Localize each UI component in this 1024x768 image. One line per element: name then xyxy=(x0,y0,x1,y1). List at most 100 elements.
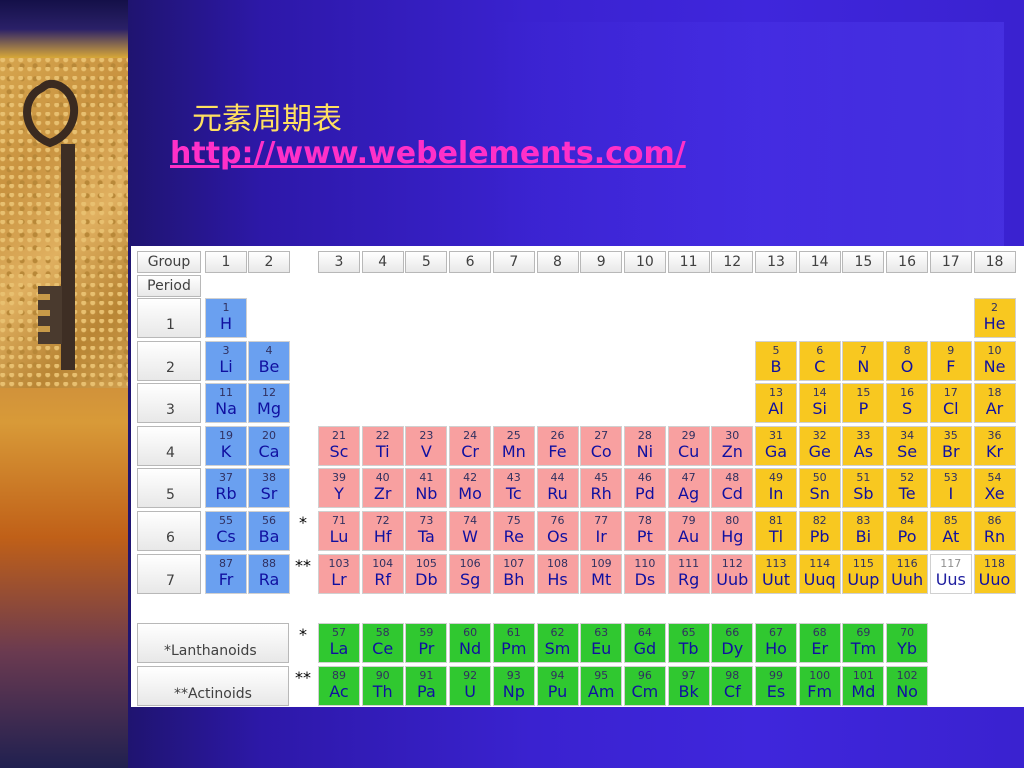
element-Ru[interactable]: 44 Ru xyxy=(536,468,579,509)
element-Mn[interactable]: 25 Mn xyxy=(492,425,535,466)
element-Ar[interactable]: 18 Ar xyxy=(973,383,1016,424)
element-C[interactable]: 6C xyxy=(798,340,841,381)
element-Ag[interactable]: 47 Ag xyxy=(667,468,710,509)
element-Eu[interactable]: 63 Eu xyxy=(580,623,623,663)
element-Bk[interactable]: 97 Bk xyxy=(667,666,710,706)
element-Fe[interactable]: 26 Fe xyxy=(536,425,579,466)
element-Re[interactable]: 75 Re xyxy=(492,511,535,551)
element-Pr[interactable]: 59 Pr xyxy=(405,623,448,663)
element-Sc[interactable]: 21 Sc xyxy=(318,425,360,466)
element-Tl[interactable]: 81 Tl xyxy=(755,511,797,551)
element-Lr[interactable]: 103 Lr xyxy=(318,553,360,594)
element-Ga[interactable]: 31 Ga xyxy=(755,425,797,466)
element-Na[interactable]: 11 Na xyxy=(205,383,247,424)
element-B[interactable]: 5B xyxy=(755,340,797,381)
element-Db[interactable]: 105 Db xyxy=(405,553,448,594)
element-F[interactable]: 9F xyxy=(929,340,972,381)
element-Rb[interactable]: 37 Rb xyxy=(205,468,247,509)
element-Sg[interactable]: 106 Sg xyxy=(449,553,492,594)
element-Md[interactable]: 101 Md xyxy=(842,666,885,706)
element-Gd[interactable]: 64 Gd xyxy=(623,623,666,663)
element-Au[interactable]: 79 Au xyxy=(667,511,710,551)
element-Tc[interactable]: 43 Tc xyxy=(492,468,535,509)
element-Sr[interactable]: 38 Sr xyxy=(248,468,290,509)
element-Pa[interactable]: 91 Pa xyxy=(405,666,448,706)
element-He[interactable]: 2 He xyxy=(973,298,1016,338)
element-Uut[interactable]: 113 Uut xyxy=(755,553,797,594)
element-Nd[interactable]: 60 Nd xyxy=(449,623,492,663)
element-Cu[interactable]: 29 Cu xyxy=(667,425,710,466)
element-In[interactable]: 49 In xyxy=(755,468,797,509)
element-Bh[interactable]: 107 Bh xyxy=(492,553,535,594)
element-O[interactable]: 8O xyxy=(886,340,929,381)
element-Th[interactable]: 90 Th xyxy=(361,666,404,706)
element-Lu[interactable]: 71 Lu xyxy=(318,511,360,551)
element-Po[interactable]: 84 Po xyxy=(886,511,929,551)
element-Rg[interactable]: 111 Rg xyxy=(667,553,710,594)
element-Kr[interactable]: 36 Kr xyxy=(973,425,1016,466)
element-Zn[interactable]: 30 Zn xyxy=(711,425,754,466)
element-Cm[interactable]: 96 Cm xyxy=(623,666,666,706)
element-Rh[interactable]: 45 Rh xyxy=(580,468,623,509)
element-Fr[interactable]: 87 Fr xyxy=(205,553,247,594)
element-Hs[interactable]: 108 Hs xyxy=(536,553,579,594)
element-Ge[interactable]: 32 Ge xyxy=(798,425,841,466)
element-Ta[interactable]: 73 Ta xyxy=(405,511,448,551)
element-Ne[interactable]: 10 Ne xyxy=(973,340,1016,381)
element-W[interactable]: 74 W xyxy=(449,511,492,551)
element-V[interactable]: 23 V xyxy=(405,425,448,466)
element-Hg[interactable]: 80 Hg xyxy=(711,511,754,551)
element-Sm[interactable]: 62 Sm xyxy=(536,623,579,663)
element-Ni[interactable]: 28 Ni xyxy=(623,425,666,466)
element-Uub[interactable]: 112 Uub xyxy=(711,553,754,594)
element-Uup[interactable]: 115 Uup xyxy=(842,553,885,594)
element-I[interactable]: 53 I xyxy=(929,468,972,509)
element-Pd[interactable]: 46 Pd xyxy=(623,468,666,509)
element-N[interactable]: 7N xyxy=(842,340,885,381)
element-Hf[interactable]: 72 Hf xyxy=(361,511,404,551)
element-Te[interactable]: 52 Te xyxy=(886,468,929,509)
element-As[interactable]: 33 As xyxy=(842,425,885,466)
element-Ir[interactable]: 77 Ir xyxy=(580,511,623,551)
element-Li[interactable]: 3 Li xyxy=(205,340,247,381)
element-U[interactable]: 92 U xyxy=(449,666,492,706)
element-Mg[interactable]: 12 Mg xyxy=(248,383,290,424)
element-Pt[interactable]: 78 Pt xyxy=(623,511,666,551)
element-Rf[interactable]: 104 Rf xyxy=(361,553,404,594)
element-Mo[interactable]: 42 Mo xyxy=(449,468,492,509)
element-Pb[interactable]: 82 Pb xyxy=(798,511,841,551)
element-Nb[interactable]: 41 Nb xyxy=(405,468,448,509)
element-Er[interactable]: 68 Er xyxy=(798,623,841,663)
element-Ce[interactable]: 58 Ce xyxy=(361,623,404,663)
element-Cd[interactable]: 48 Cd xyxy=(711,468,754,509)
webelements-link[interactable]: http://www.webelements.com/ xyxy=(170,136,686,171)
element-Ca[interactable]: 20 Ca xyxy=(248,425,290,466)
element-Bi[interactable]: 83 Bi xyxy=(842,511,885,551)
element-Xe[interactable]: 54 Xe xyxy=(973,468,1016,509)
element-Tb[interactable]: 65 Tb xyxy=(667,623,710,663)
element-Cr[interactable]: 24 Cr xyxy=(449,425,492,466)
element-Pu[interactable]: 94 Pu xyxy=(536,666,579,706)
element-S[interactable]: 16 S xyxy=(886,383,929,424)
element-Al[interactable]: 13 Al xyxy=(755,383,797,424)
element-Ds[interactable]: 110 Ds xyxy=(623,553,666,594)
element-Es[interactable]: 99 Es xyxy=(755,666,797,706)
element-Uuq[interactable]: 114 Uuq xyxy=(798,553,841,594)
element-Uus[interactable]: 117 Uus xyxy=(929,553,972,594)
element-La[interactable]: 57 La xyxy=(318,623,360,663)
element-Pm[interactable]: 61 Pm xyxy=(492,623,535,663)
element-Co[interactable]: 27 Co xyxy=(580,425,623,466)
element-Zr[interactable]: 40 Zr xyxy=(361,468,404,509)
element-Ti[interactable]: 22 Ti xyxy=(361,425,404,466)
element-Se[interactable]: 34 Se xyxy=(886,425,929,466)
element-Y[interactable]: 39 Y xyxy=(318,468,360,509)
element-Tm[interactable]: 69 Tm xyxy=(842,623,885,663)
element-At[interactable]: 85 At xyxy=(929,511,972,551)
element-Ac[interactable]: 89 Ac xyxy=(318,666,360,706)
element-Sn[interactable]: 50 Sn xyxy=(798,468,841,509)
element-No[interactable]: 102 No xyxy=(886,666,929,706)
element-Sb[interactable]: 51 Sb xyxy=(842,468,885,509)
element-Rn[interactable]: 86 Rn xyxy=(973,511,1016,551)
element-Uuo[interactable]: 118 Uuo xyxy=(973,553,1016,594)
element-Yb[interactable]: 70 Yb xyxy=(886,623,929,663)
